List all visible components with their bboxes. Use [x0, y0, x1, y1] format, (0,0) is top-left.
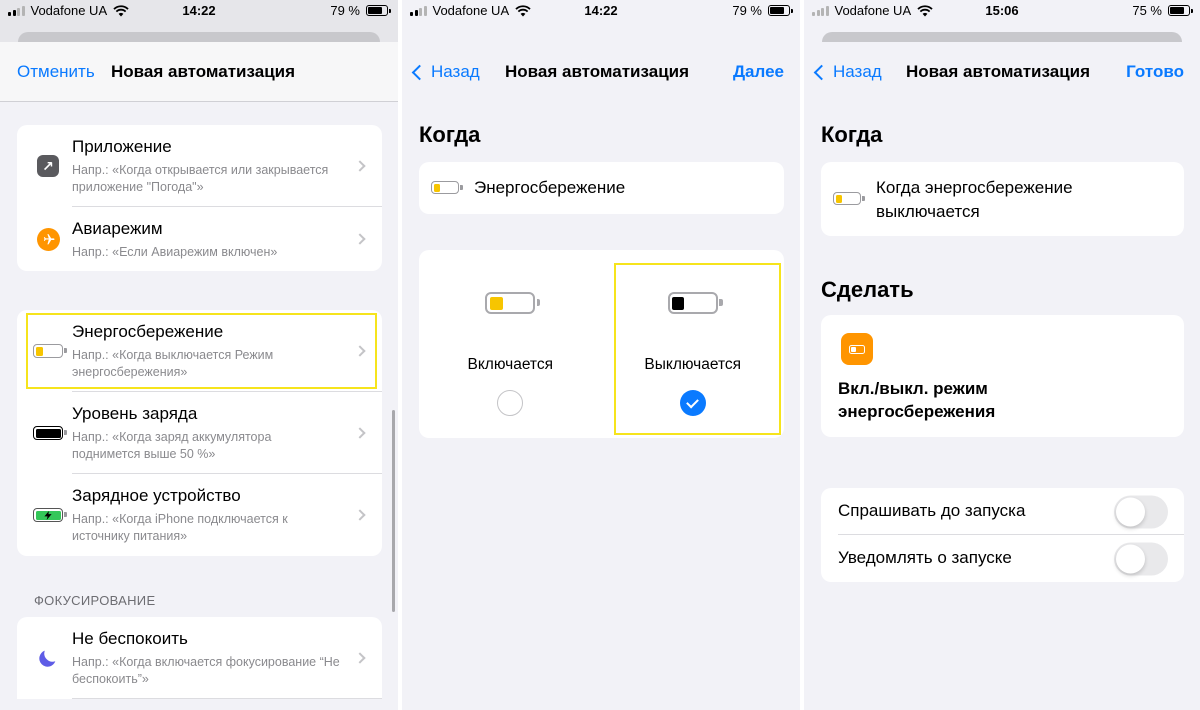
cancel-button[interactable]: Отменить: [17, 62, 95, 82]
back-label: Назад: [833, 62, 882, 81]
automation-sheet: Назад Новая автоматизация Готово Когда К…: [804, 42, 1200, 710]
section-header-focus: ФОКУСИРОВАНИЕ: [34, 593, 156, 608]
screen-automation-summary: Vodafone UA 15:06 75 % Назад Новая автом…: [804, 0, 1200, 710]
low-power-battery-icon: [485, 292, 541, 314]
settings-card: Спрашивать до запуска Уведомлять о запус…: [821, 488, 1184, 582]
action-label: Вкл./выкл. режим энергосбережения: [838, 379, 996, 421]
next-button[interactable]: Далее: [733, 62, 784, 82]
trigger-title: Уровень заряда: [72, 404, 198, 423]
trigger-example: Напр.: «Когда включается фокусирование “…: [72, 655, 340, 686]
option-turns-on[interactable]: Включается: [419, 250, 602, 438]
trigger-card[interactable]: Когда энергосбережение выключается: [821, 162, 1184, 236]
trigger-example: Напр.: «Когда открывается или закрываетс…: [72, 163, 329, 194]
notify-when-run-toggle[interactable]: [1114, 542, 1168, 575]
back-button[interactable]: Назад: [410, 62, 480, 82]
ask-before-run-toggle[interactable]: [1114, 495, 1168, 528]
chevron-right-icon: [354, 233, 366, 245]
when-header: Когда: [821, 122, 883, 147]
trigger-row-charger[interactable]: Зарядное устройство Напр.: «Когда iPhone…: [17, 474, 382, 556]
do-header: Сделать: [821, 277, 914, 302]
battery-status: 75 %: [1132, 3, 1193, 18]
toggle-row-ask: Спрашивать до запуска: [821, 488, 1184, 535]
status-bar: Vodafone UA 15:06 75 %: [804, 0, 1200, 22]
nav-bar: Отменить Новая автоматизация: [0, 42, 398, 102]
low-power-battery-icon: [431, 181, 463, 194]
automation-sheet: Назад Новая автоматизация Далее Когда Эн…: [402, 42, 800, 710]
chevron-right-icon: [354, 509, 366, 521]
trigger-label: Когда энергосбережение выключается: [876, 178, 1073, 221]
chevron-left-icon: [411, 64, 428, 80]
status-bar: Vodafone UA 14:22 79 %: [402, 0, 800, 22]
trigger-row-airplane[interactable]: Авиарежим Напр.: «Если Авиарежим включен…: [17, 207, 382, 271]
battery-level-icon: [33, 426, 67, 440]
battery-icon: [1168, 5, 1193, 16]
radio-unchecked[interactable]: [497, 390, 524, 416]
chevron-right-icon: [354, 160, 366, 172]
status-bar: Vodafone UA 14:22 79 %: [0, 0, 398, 22]
airplane-icon: [36, 227, 60, 251]
highlight-frame: [26, 313, 377, 389]
trigger-example: Напр.: «Если Авиарежим включен»: [72, 245, 278, 259]
low-power-battery-icon: [833, 192, 865, 205]
arrow-up-right-icon: ↗: [37, 155, 59, 177]
trigger-row-app[interactable]: ↗ Приложение Напр.: «Когда открывается и…: [17, 125, 382, 207]
trigger-group-focus: Не беспокоить Напр.: «Когда включается ф…: [17, 617, 382, 699]
nav-bar: Назад Новая автоматизация Далее: [402, 42, 800, 102]
trigger-row-battery-level[interactable]: Уровень заряда Напр.: «Когда заряд аккум…: [17, 392, 382, 474]
low-power-action-icon: [841, 333, 873, 365]
trigger-title: Приложение: [72, 137, 172, 156]
highlight-frame: [614, 263, 781, 435]
automation-sheet: Отменить Новая автоматизация ↗ Приложени…: [0, 42, 398, 710]
chevron-right-icon: [354, 427, 366, 439]
battery-percent: 79 %: [732, 3, 762, 18]
battery-percent: 79 %: [330, 3, 360, 18]
trigger-title: Авиарежим: [72, 219, 163, 238]
option-label: Включается: [467, 356, 554, 373]
battery-icon: [366, 5, 391, 16]
back-label: Назад: [431, 62, 480, 81]
toggle-label: Спрашивать до запуска: [838, 501, 1026, 520]
trigger-title: Не беспокоить: [72, 629, 188, 648]
screen-low-power-options: Vodafone UA 14:22 79 % Назад Новая автом…: [402, 0, 800, 710]
battery-percent: 75 %: [1132, 3, 1162, 18]
moon-icon: [39, 650, 56, 667]
nav-title: Новая автоматизация: [505, 62, 690, 81]
nav-bar: Назад Новая автоматизация Готово: [804, 42, 1200, 102]
battery-icon: [768, 5, 793, 16]
toggle-row-notify: Уведомлять о запуске: [821, 535, 1184, 582]
chevron-right-icon: [354, 652, 366, 664]
chevron-left-icon: [813, 64, 830, 80]
charging-battery-icon: [33, 508, 67, 522]
action-card[interactable]: Вкл./выкл. режим энергосбережения: [821, 315, 1184, 437]
battery-status: 79 %: [330, 3, 391, 18]
done-button[interactable]: Готово: [1126, 62, 1184, 82]
trigger-row-dnd[interactable]: Не беспокоить Напр.: «Когда включается ф…: [17, 617, 382, 699]
trigger-group-apps: ↗ Приложение Напр.: «Когда открывается и…: [17, 125, 382, 271]
when-header: Когда: [419, 122, 481, 147]
trigger-example: Напр.: «Когда заряд аккумулятора подниме…: [72, 430, 272, 461]
screen-trigger-list: Vodafone UA 14:22 79 % Отменить Новая ав…: [0, 0, 398, 710]
trigger-card[interactable]: Энергосбережение: [419, 162, 784, 214]
toggle-label: Уведомлять о запуске: [838, 548, 1012, 567]
battery-status: 79 %: [732, 3, 793, 18]
scroll-indicator[interactable]: [392, 410, 395, 612]
trigger-example: Напр.: «Когда iPhone подключается к исто…: [72, 512, 288, 543]
trigger-label: Энергосбережение: [474, 178, 626, 197]
back-button[interactable]: Назад: [812, 62, 882, 82]
nav-title: Новая автоматизация: [111, 62, 296, 81]
nav-title: Новая автоматизация: [906, 62, 1091, 81]
trigger-title: Зарядное устройство: [72, 486, 241, 505]
